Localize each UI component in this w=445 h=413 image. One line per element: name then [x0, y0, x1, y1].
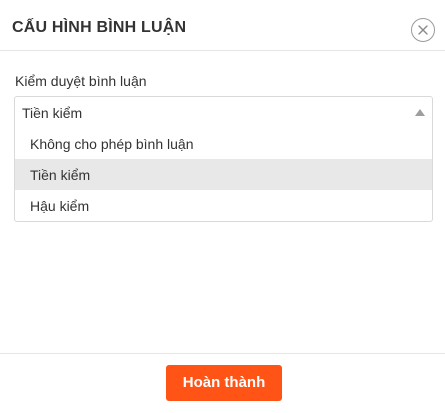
select-current-value: Tiền kiểm: [22, 105, 83, 121]
dialog-title: CẤU HÌNH BÌNH LUẬN: [12, 19, 187, 36]
footer-divider: [0, 353, 445, 354]
option-label: Tiền kiểm: [30, 167, 91, 183]
moderation-field-label: Kiểm duyệt bình luận: [15, 73, 147, 89]
option-label: Không cho phép bình luận: [30, 136, 194, 152]
caret-up-icon: [415, 109, 425, 116]
close-icon: [418, 25, 428, 35]
dialog-header: CẤU HÌNH BÌNH LUẬN: [0, 0, 445, 51]
option-post-moderation[interactable]: Hậu kiểm: [15, 190, 432, 221]
option-no-comments[interactable]: Không cho phép bình luận: [15, 128, 432, 159]
moderation-select[interactable]: Tiền kiểm: [14, 96, 433, 129]
done-button[interactable]: Hoàn thành: [166, 365, 282, 401]
option-label: Hậu kiểm: [30, 198, 90, 214]
moderation-options-list: Không cho phép bình luận Tiền kiểm Hậu k…: [14, 128, 433, 222]
option-pre-moderation[interactable]: Tiền kiểm: [15, 159, 432, 190]
close-button[interactable]: [411, 18, 435, 42]
comment-config-dialog: CẤU HÌNH BÌNH LUẬN Kiểm duyệt bình luận …: [0, 0, 445, 413]
